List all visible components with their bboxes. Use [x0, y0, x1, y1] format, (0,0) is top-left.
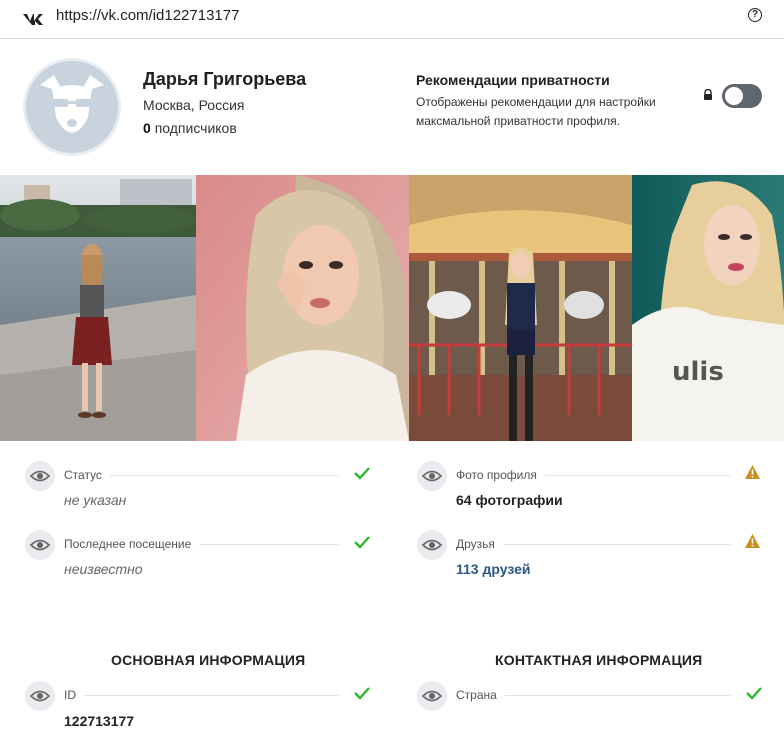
section-title-basic: ОСНОВНАЯ ИНФОРМАЦИЯ	[111, 652, 306, 668]
row-label: ID	[64, 688, 84, 702]
row-value: 64 фотографии	[456, 492, 563, 508]
warning-icon	[745, 465, 760, 479]
lock-icon	[704, 89, 712, 100]
check-icon	[354, 536, 370, 549]
info-row-id: ID 122713177	[25, 681, 370, 731]
photo-strip: ulis	[0, 175, 784, 441]
avatar	[23, 58, 121, 156]
url-bar: https://vk.com/id122713177 ?	[0, 0, 784, 39]
row-label: Статус	[64, 468, 110, 482]
eye-icon[interactable]	[417, 681, 447, 711]
row-value: неизвестно	[64, 561, 143, 577]
row-label: Фото профиля	[456, 468, 545, 482]
vk-logo-icon[interactable]	[22, 10, 44, 28]
subscribers-number: 0	[143, 120, 151, 136]
url-text[interactable]: https://vk.com/id122713177	[56, 6, 239, 26]
row-value: 122713177	[64, 713, 135, 729]
eye-icon[interactable]	[25, 530, 55, 560]
subscribers-count: 0 подписчиков	[143, 120, 237, 136]
row-divider	[64, 695, 339, 696]
photo-2[interactable]	[196, 175, 409, 441]
info-row-country: Страна	[417, 681, 762, 731]
photo-4[interactable]: ulis	[632, 175, 784, 441]
subscribers-label: подписчиков	[154, 120, 237, 136]
profile-name: Дарья Григорьева	[143, 69, 307, 89]
info-row-status: Статус не указан	[25, 461, 370, 521]
check-icon	[746, 687, 762, 700]
privacy-description: Отображены рекомендации для настройки ма…	[416, 95, 656, 128]
row-value: не указан	[64, 492, 127, 508]
info-row-friends: Друзья 113 друзей	[417, 530, 762, 590]
row-label: Друзья	[456, 537, 503, 551]
privacy-toggle[interactable]	[722, 84, 762, 108]
photo-1[interactable]	[0, 175, 196, 441]
info-row-profile-photos: Фото профиля 64 фотографии	[417, 461, 762, 521]
privacy-title: Рекомендации приватности	[416, 72, 610, 88]
row-label: Последнее посещение	[64, 537, 200, 551]
warning-icon	[745, 534, 760, 548]
row-label: Страна	[456, 688, 505, 702]
eye-icon[interactable]	[25, 461, 55, 491]
eye-icon[interactable]	[417, 461, 447, 491]
section-title-contact: КОНТАКТНАЯ ИНФОРМАЦИЯ	[495, 652, 703, 668]
eye-icon[interactable]	[25, 681, 55, 711]
default-avatar-dog-icon	[26, 61, 118, 153]
help-circle-icon[interactable]: ?	[748, 8, 762, 22]
profile-location: Москва, Россия	[143, 97, 245, 113]
info-row-last-visit: Последнее посещение неизвестно	[25, 530, 370, 590]
check-icon	[354, 687, 370, 700]
check-icon	[354, 467, 370, 480]
svg-text:ulis: ulis	[672, 357, 724, 387]
photo-3[interactable]	[409, 175, 632, 441]
eye-icon[interactable]	[417, 530, 447, 560]
friends-link[interactable]: 113 друзей	[456, 561, 531, 577]
toggle-knob	[725, 87, 743, 105]
